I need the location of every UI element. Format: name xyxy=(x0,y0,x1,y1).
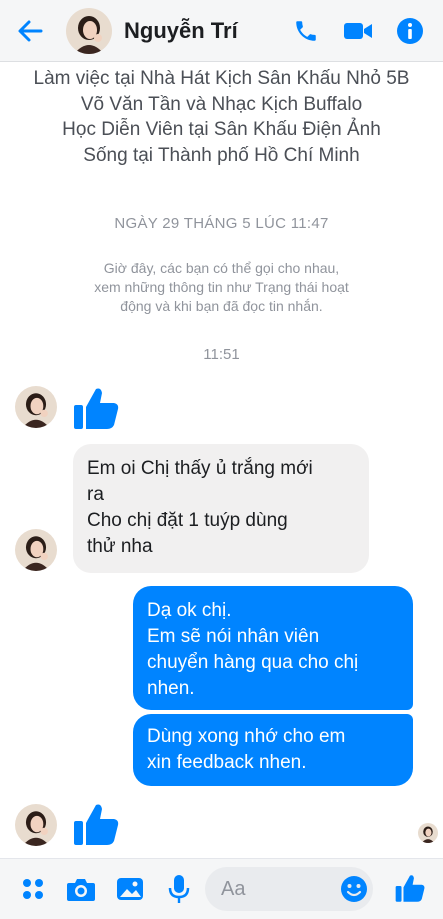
time-separator: 11:51 xyxy=(203,346,240,363)
profile-line: Sống tại Thành phố Hồ Chí Minh xyxy=(83,144,360,166)
contact-name[interactable]: Nguyễn Trí xyxy=(124,18,291,44)
outgoing-message-bubble[interactable]: Dạ ok chị. Em sẽ nói nhân viên chuyển hà… xyxy=(133,586,413,710)
message-line: chuyển hàng qua cho chị xyxy=(147,652,359,673)
thumbs-up-icon xyxy=(74,804,119,845)
gallery-button[interactable] xyxy=(113,872,147,906)
phone-icon xyxy=(296,20,316,41)
incoming-message-bubble[interactable]: Em oi Chị thấy ủ trắng mới ra Cho chị đặ… xyxy=(73,444,369,573)
system-note-line: xem những thông tin như Trạng thái hoạt xyxy=(94,279,349,295)
message-line: xin feedback nhen. xyxy=(147,752,307,773)
image-icon xyxy=(117,878,143,900)
more-actions-button[interactable] xyxy=(16,872,50,906)
conversation-header: Nguyễn Trí xyxy=(0,0,443,62)
system-note-line: động và khi bạn đã đọc tin nhắn. xyxy=(120,298,323,314)
message-line: thử nha xyxy=(87,536,153,557)
contact-profile-info: Làm việc tại Nhà Hát Kịch Sân Khấu Nhỏ 5… xyxy=(0,62,443,168)
video-call-button[interactable] xyxy=(343,16,373,46)
outgoing-message-bubble[interactable]: Dùng xong nhớ cho em xin feedback nhen. xyxy=(133,714,413,786)
message-line: nhen. xyxy=(147,678,195,699)
send-like-button[interactable] xyxy=(393,871,427,905)
sender-avatar xyxy=(15,529,57,571)
seen-receipt-avatar xyxy=(418,823,438,843)
thumbs-up-icon xyxy=(74,388,119,429)
microphone-icon xyxy=(168,875,190,903)
message-line: ra xyxy=(87,484,104,505)
info-icon xyxy=(397,17,423,44)
profile-line: Học Diễn Viên tại Sân Khấu Điện Ảnh xyxy=(62,119,381,140)
message-line: Dùng xong nhớ cho em xyxy=(147,726,346,747)
sender-avatar xyxy=(15,804,57,846)
thumbs-up-icon xyxy=(395,875,425,902)
message-line: Em sẽ nói nhân viên xyxy=(147,626,320,647)
back-button[interactable] xyxy=(0,0,60,62)
info-button[interactable] xyxy=(395,16,425,46)
video-camera-icon xyxy=(344,22,372,39)
date-separator: NGÀY 29 THÁNG 5 LÚC 11:47 xyxy=(114,215,329,232)
sender-avatar xyxy=(15,386,57,428)
emoji-button[interactable] xyxy=(337,872,371,906)
thumbs-up-message xyxy=(72,385,120,436)
thumbs-up-message xyxy=(72,801,120,852)
message-line: Dạ ok chị. xyxy=(147,600,232,621)
system-note-line: Giờ đây, các bạn có thể gọi cho nhau, xyxy=(103,260,340,276)
profile-line: Làm việc tại Nhà Hát Kịch Sân Khấu Nhỏ 5… xyxy=(33,68,410,89)
voice-button[interactable] xyxy=(162,872,196,906)
contact-avatar[interactable] xyxy=(66,7,112,54)
profile-line: Võ Văn Tần và Nhạc Kịch Buffalo xyxy=(80,93,363,115)
camera-button[interactable] xyxy=(64,872,98,906)
four-dots-icon xyxy=(23,879,43,899)
call-button[interactable] xyxy=(291,16,321,46)
smiley-icon xyxy=(341,876,367,902)
arrow-left-icon xyxy=(18,20,43,41)
system-note: Giờ đây, các bạn có thể gọi cho nhau, xe… xyxy=(60,259,383,316)
message-line: Cho chị đặt 1 tuýp dùng xyxy=(87,510,288,531)
message-composer: Aa xyxy=(0,858,443,919)
camera-icon xyxy=(67,879,95,901)
message-line: Em oi Chị thấy ủ trắng mới xyxy=(87,458,313,479)
